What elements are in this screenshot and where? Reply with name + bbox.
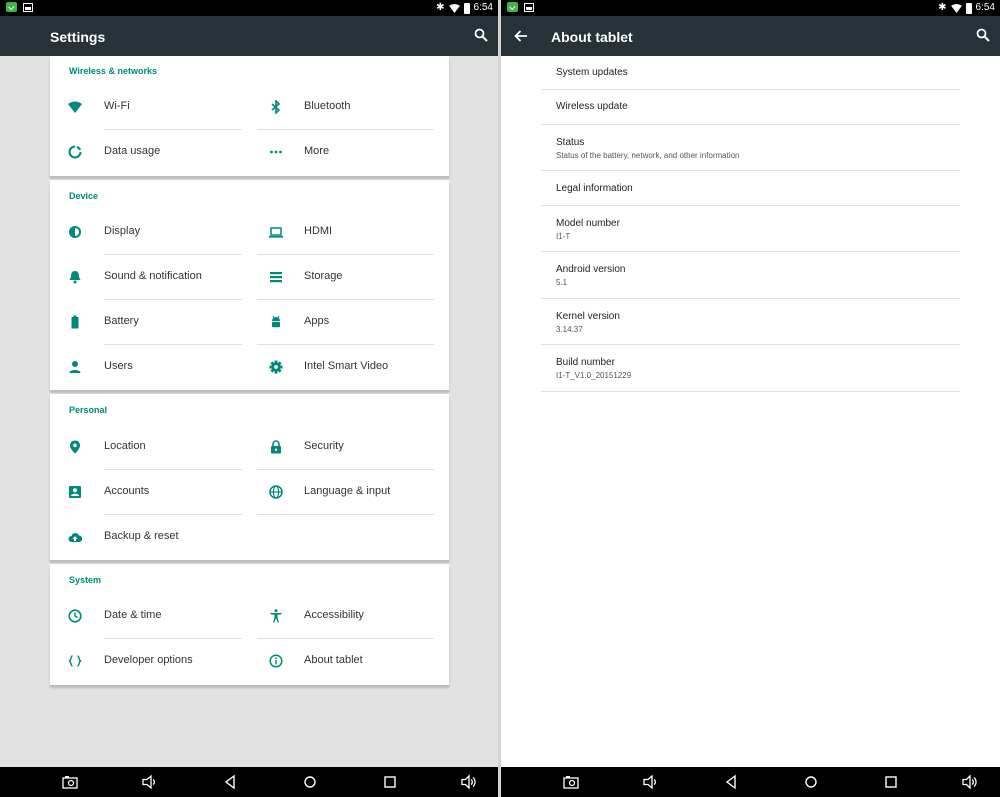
home-icon[interactable] <box>803 774 819 790</box>
section-device: Device Display HDMI Sound & notification… <box>50 180 449 390</box>
battery-icon <box>965 2 972 14</box>
image-icon <box>524 2 534 12</box>
settings-item-sound-notification[interactable]: Sound & notification <box>50 255 242 299</box>
bluetooth-icon <box>271 100 281 114</box>
lock-icon <box>271 440 281 454</box>
settings-item-bluetooth[interactable]: Bluetooth <box>257 85 449 129</box>
wifi-icon <box>950 3 962 13</box>
settings-item-battery[interactable]: Battery <box>50 300 242 344</box>
status-bar: ✱ 6:54 <box>501 0 1000 16</box>
code-braces-icon <box>68 655 82 667</box>
app-bar: Settings <box>0 16 498 56</box>
info-icon <box>269 654 283 668</box>
status-clock: 6:54 <box>975 2 995 13</box>
settings-item-intel-smart-video[interactable]: Intel Smart Video <box>257 345 449 389</box>
notification-icon <box>6 2 17 12</box>
search-icon[interactable] <box>474 28 488 42</box>
about-item-model-number[interactable]: Model number I1-T <box>541 206 960 252</box>
back-arrow-icon[interactable] <box>514 29 528 43</box>
settings-screen: ✱ 6:54 Settings Wireless & networks Wi-F… <box>0 0 498 797</box>
notification-icon <box>507 2 518 12</box>
section-header: Personal <box>69 405 108 415</box>
about-item-legal-information[interactable]: Legal information <box>541 171 960 206</box>
about-item-build-number[interactable]: Build number I1-T_V1.0_20151229 <box>541 345 960 392</box>
home-icon[interactable] <box>302 774 318 790</box>
section-system: System Date & time Accessibility Develop… <box>50 564 449 685</box>
settings-item-location[interactable]: Location <box>50 425 242 469</box>
account-box-icon <box>69 486 81 498</box>
settings-item-accessibility[interactable]: Accessibility <box>257 594 449 638</box>
settings-item-backup-reset[interactable]: Backup & reset <box>50 515 242 559</box>
screenshot-icon[interactable] <box>563 774 579 790</box>
storage-icon <box>270 272 282 283</box>
about-item-wireless-update[interactable]: Wireless update <box>541 90 960 125</box>
cloud-upload-icon <box>68 533 82 542</box>
settings-item-more[interactable]: More <box>257 130 449 174</box>
settings-item-display[interactable]: Display <box>50 210 242 254</box>
section-personal: Personal Location Security Accounts Lang… <box>50 394 449 560</box>
settings-item-data-usage[interactable]: Data usage <box>50 130 242 174</box>
settings-item-storage[interactable]: Storage <box>257 255 449 299</box>
settings-item-developer-options[interactable]: Developer options <box>50 639 242 683</box>
clock-icon <box>68 609 82 623</box>
wifi-icon <box>448 3 460 13</box>
settings-item-apps[interactable]: Apps <box>257 300 449 344</box>
app-bar: About tablet <box>501 16 1000 56</box>
recents-icon[interactable] <box>382 774 398 790</box>
back-icon[interactable] <box>723 774 739 790</box>
about-item-kernel-version[interactable]: Kernel version 3.14.37 <box>541 299 960 345</box>
about-item-system-updates[interactable]: System updates <box>541 56 960 90</box>
image-icon <box>23 2 33 12</box>
page-title: Settings <box>50 29 106 45</box>
about-list: System updates Wireless update Status St… <box>541 56 960 392</box>
navigation-bar <box>501 767 1000 797</box>
gear-icon <box>269 360 283 374</box>
settings-item-accounts[interactable]: Accounts <box>50 470 242 514</box>
settings-item-wifi[interactable]: Wi-Fi <box>50 85 242 129</box>
about-item-android-version[interactable]: Android version 5.1 <box>541 252 960 299</box>
volume-up-icon[interactable] <box>461 774 477 790</box>
user-icon <box>69 361 81 373</box>
data-usage-icon <box>68 145 82 159</box>
settings-item-about-tablet[interactable]: About tablet <box>257 639 449 683</box>
about-tablet-screen: ✱ 6:54 About tablet System updates Wirel… <box>501 0 1000 797</box>
bluetooth-icon: ✱ <box>436 2 445 13</box>
navigation-bar <box>0 767 498 797</box>
screenshot-icon[interactable] <box>62 774 78 790</box>
location-pin-icon <box>70 440 80 454</box>
settings-item-hdmi[interactable]: HDMI <box>257 210 449 254</box>
wifi-icon <box>68 101 82 113</box>
section-header: Wireless & networks <box>69 66 157 76</box>
settings-item-users[interactable]: Users <box>50 345 242 389</box>
search-icon[interactable] <box>976 28 990 42</box>
settings-item-security[interactable]: Security <box>257 425 449 469</box>
more-icon <box>270 150 282 154</box>
back-icon[interactable] <box>222 774 238 790</box>
volume-up-icon[interactable] <box>962 774 978 790</box>
section-header: Device <box>69 191 99 201</box>
settings-item-date-time[interactable]: Date & time <box>50 594 242 638</box>
battery-icon <box>71 315 79 329</box>
globe-icon <box>269 485 283 499</box>
android-icon <box>272 315 280 328</box>
bell-icon <box>69 271 81 284</box>
about-item-status[interactable]: Status Status of the battery, network, a… <box>541 125 960 171</box>
brightness-icon <box>69 226 81 238</box>
settings-item-language-input[interactable]: Language & input <box>257 470 449 514</box>
volume-down-icon[interactable] <box>643 774 659 790</box>
laptop-icon <box>269 227 283 238</box>
battery-icon <box>463 2 470 14</box>
status-clock: 6:54 <box>473 2 493 13</box>
section-header: System <box>69 575 102 585</box>
section-wireless-networks: Wireless & networks Wi-Fi Bluetooth Data… <box>50 56 449 176</box>
status-bar: ✱ 6:54 <box>0 0 498 16</box>
recents-icon[interactable] <box>883 774 899 790</box>
volume-down-icon[interactable] <box>142 774 158 790</box>
page-title: About tablet <box>551 29 633 45</box>
accessibility-icon <box>270 609 282 623</box>
bluetooth-icon: ✱ <box>938 2 947 13</box>
